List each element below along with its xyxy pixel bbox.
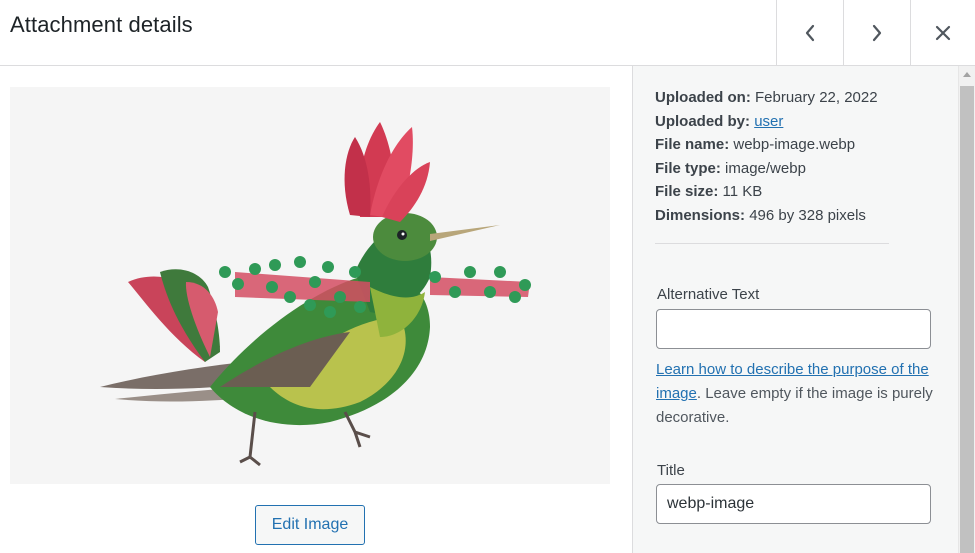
file-size-label: File size: bbox=[655, 183, 719, 201]
close-icon bbox=[934, 24, 952, 42]
sidebar-scrollbar[interactable] bbox=[958, 66, 975, 553]
close-button[interactable] bbox=[910, 0, 975, 66]
dimensions-value: 496 by 328 pixels bbox=[749, 206, 866, 224]
divider bbox=[655, 243, 889, 244]
file-name-row: File name: webp-image.webp bbox=[655, 133, 878, 157]
file-details: Uploaded on: February 22, 2022 Uploaded … bbox=[655, 86, 878, 228]
attachment-info-sidebar: Uploaded on: February 22, 2022 Uploaded … bbox=[632, 66, 958, 553]
hummingbird-illustration bbox=[100, 122, 531, 467]
crest bbox=[344, 122, 430, 222]
title-input[interactable] bbox=[656, 484, 931, 524]
uploaded-on-label: Uploaded on: bbox=[655, 89, 751, 106]
alt-text-input[interactable] bbox=[656, 309, 931, 349]
file-type-row: File type: image/webp bbox=[655, 157, 878, 181]
edit-image-button[interactable]: Edit Image bbox=[255, 505, 365, 545]
uploaded-by-link[interactable]: user bbox=[754, 113, 783, 130]
dimensions-row: Dimensions: 496 by 328 pixels bbox=[655, 204, 878, 228]
uploaded-by-row: Uploaded by: user bbox=[655, 110, 878, 134]
tail-fan bbox=[128, 269, 220, 362]
modal-title: Attachment details bbox=[10, 12, 193, 37]
file-name-value: webp-image.webp bbox=[733, 136, 856, 154]
chevron-right-icon bbox=[870, 23, 884, 43]
media-area: Edit Image bbox=[0, 66, 632, 553]
uploaded-by-label: Uploaded by: bbox=[655, 112, 751, 130]
modal-header: Attachment details bbox=[0, 0, 975, 66]
next-button[interactable] bbox=[843, 0, 910, 66]
uploaded-on-value: February 22, 2022 bbox=[755, 89, 878, 106]
file-type-value: image/webp bbox=[725, 159, 806, 177]
file-size-row: File size: 11 KB bbox=[655, 180, 878, 204]
file-name-label: File name: bbox=[655, 136, 730, 154]
uploaded-on-row: Uploaded on: February 22, 2022 bbox=[655, 86, 878, 110]
alt-text-label: Alternative Text bbox=[657, 286, 760, 303]
attachment-image bbox=[10, 87, 610, 484]
scrollbar-thumb[interactable] bbox=[960, 86, 974, 553]
dimensions-label: Dimensions: bbox=[655, 206, 746, 224]
scroll-up-arrow-icon[interactable] bbox=[963, 72, 971, 77]
file-size-value: 11 KB bbox=[722, 183, 763, 201]
title-label: Title bbox=[657, 462, 685, 479]
alt-text-help: Learn how to describe the purpose of the… bbox=[656, 358, 941, 430]
previous-button[interactable] bbox=[776, 0, 843, 66]
alt-text-help-text: . Leave empty if the image is purely dec… bbox=[656, 385, 933, 426]
file-type-label: File type: bbox=[655, 159, 721, 177]
chevron-left-icon bbox=[803, 23, 817, 43]
